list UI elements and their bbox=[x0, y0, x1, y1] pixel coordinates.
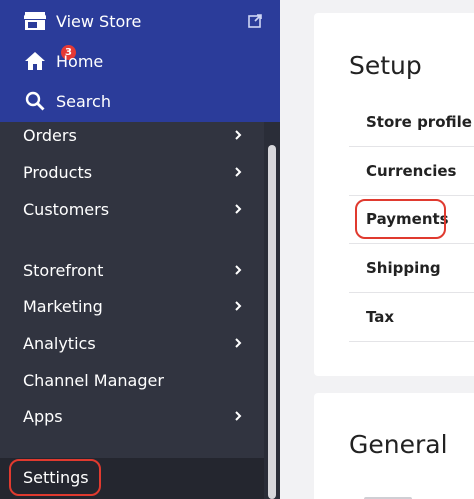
external-link-icon[interactable] bbox=[248, 14, 262, 28]
sidebar-scrollbar-thumb[interactable] bbox=[268, 145, 276, 499]
sidebar-item-marketing[interactable]: Marketing bbox=[0, 288, 264, 325]
view-store-link[interactable]: View Store bbox=[0, 1, 280, 41]
store-icon bbox=[24, 10, 46, 32]
setup-card: Setup Store profile Currencies Payments … bbox=[314, 13, 474, 376]
settings-highlight-outline bbox=[9, 459, 101, 496]
search-icon bbox=[24, 90, 46, 112]
general-title: General bbox=[349, 430, 448, 459]
sidebar-item-analytics[interactable]: Analytics bbox=[0, 325, 264, 362]
sidebar-item-label: Marketing bbox=[23, 297, 103, 316]
setup-item-label: Tax bbox=[366, 308, 395, 326]
chevron-right-icon bbox=[235, 411, 242, 421]
sidebar-item-label: Customers bbox=[23, 200, 110, 219]
sidebar-item-label: Orders bbox=[23, 126, 77, 145]
payments-highlight-outline bbox=[355, 199, 446, 239]
sidebar-item-customers[interactable]: Customers bbox=[0, 191, 264, 228]
sidebar-item-orders[interactable]: Orders bbox=[0, 117, 264, 154]
setup-item-shipping[interactable]: Shipping bbox=[349, 244, 474, 293]
home-link[interactable]: 3 Home bbox=[0, 41, 280, 81]
sidebar-header: View Store 3 Home Search bbox=[0, 0, 280, 122]
sidebar-item-products[interactable]: Products bbox=[0, 154, 264, 191]
sidebar-item-storefront[interactable]: Storefront bbox=[0, 252, 264, 289]
search-label: Search bbox=[56, 91, 111, 111]
general-item-partial bbox=[364, 491, 444, 499]
chevron-right-icon bbox=[235, 167, 242, 177]
chevron-right-icon bbox=[235, 265, 242, 275]
setup-title: Setup bbox=[349, 51, 422, 80]
chevron-right-icon bbox=[235, 338, 242, 348]
home-icon: 3 bbox=[24, 44, 77, 72]
setup-item-tax[interactable]: Tax bbox=[349, 293, 474, 342]
view-store-label: View Store bbox=[56, 11, 142, 31]
setup-item-label: Shipping bbox=[366, 259, 441, 277]
setup-item-store-profile[interactable]: Store profile bbox=[349, 98, 474, 147]
search-link[interactable]: Search bbox=[0, 81, 280, 121]
sidebar-item-label: Analytics bbox=[23, 334, 96, 353]
sidebar-item-label: Apps bbox=[23, 407, 63, 426]
sidebar-item-label: Channel Manager bbox=[23, 371, 164, 390]
sidebar: View Store 3 Home Search Orders Products… bbox=[0, 0, 280, 499]
setup-item-currencies[interactable]: Currencies bbox=[349, 147, 474, 196]
sidebar-item-label: Products bbox=[23, 163, 93, 182]
setup-item-label: Currencies bbox=[366, 162, 457, 180]
home-label: Home bbox=[56, 51, 104, 71]
sidebar-item-apps[interactable]: Apps bbox=[0, 398, 264, 435]
chevron-right-icon bbox=[235, 204, 242, 214]
chevron-right-icon bbox=[235, 130, 242, 140]
sidebar-item-channel-manager[interactable]: Channel Manager bbox=[0, 362, 264, 399]
setup-item-label: Store profile bbox=[366, 113, 472, 131]
chevron-right-icon bbox=[235, 301, 242, 311]
sidebar-item-label: Storefront bbox=[23, 261, 104, 280]
general-card: General bbox=[314, 393, 474, 499]
